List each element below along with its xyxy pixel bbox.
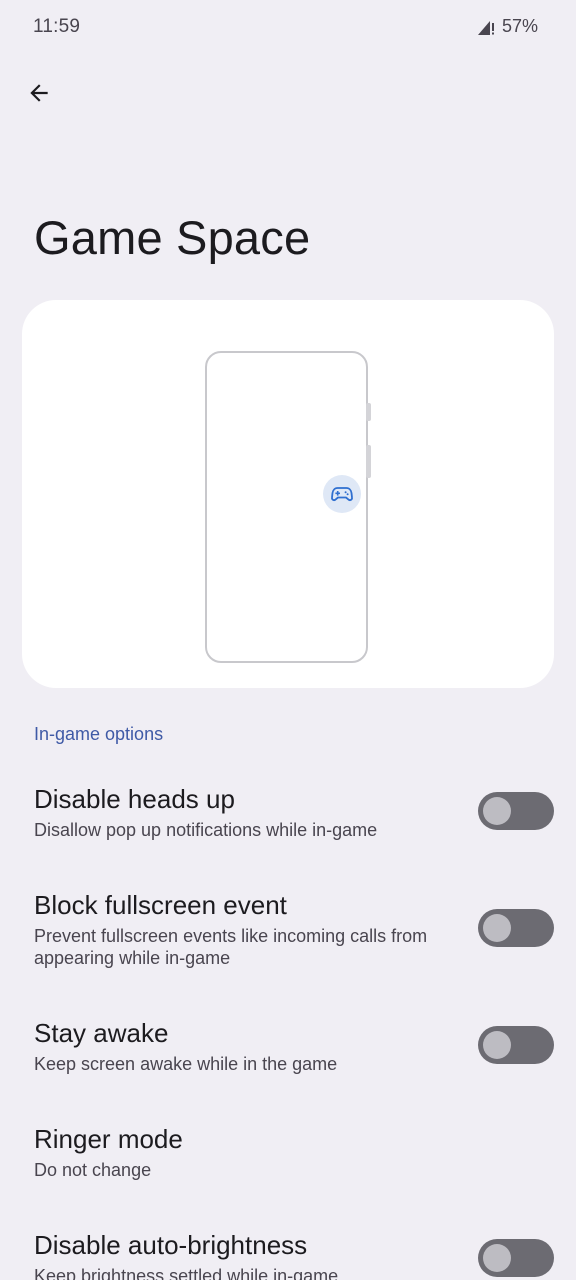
disable-auto-brightness-switch[interactable] — [478, 1239, 554, 1277]
setting-ringer-mode[interactable]: Ringer mode Do not change — [0, 1110, 576, 1200]
switch-thumb — [483, 1031, 511, 1059]
game-space-preview-card — [22, 300, 554, 688]
status-time: 11:59 — [33, 16, 81, 37]
setting-summary: Disallow pop up notifications while in-g… — [34, 820, 378, 840]
setting-disable-heads-up[interactable]: Disable heads up Disallow pop up notific… — [0, 770, 576, 860]
setting-summary: Do not change — [34, 1160, 152, 1180]
gamepad-icon — [331, 487, 353, 502]
switch-thumb — [483, 797, 511, 825]
arrow-back-icon — [30, 84, 48, 102]
setting-stay-awake[interactable]: Stay awake Keep screen awake while in th… — [0, 1004, 576, 1094]
status-indicators: 57% — [476, 16, 538, 37]
setting-disable-auto-brightness[interactable]: Disable auto-brightness Keep brightness … — [0, 1216, 576, 1280]
back-button[interactable] — [20, 74, 58, 112]
setting-title: Block fullscreen event — [34, 890, 287, 920]
disable-heads-up-switch[interactable] — [478, 792, 554, 830]
page-title: Game Space — [34, 211, 311, 264]
setting-summary: Prevent fullscreen events like incoming … — [34, 926, 428, 968]
phone-side-button — [366, 445, 371, 478]
setting-summary: Keep screen awake while in the game — [34, 1054, 338, 1074]
signal-alert-icon — [476, 17, 496, 37]
switch-thumb — [483, 914, 511, 942]
status-bar: 11:59 57% — [0, 0, 576, 54]
battery-percent: 57% — [501, 16, 538, 36]
switch-thumb — [483, 1244, 511, 1272]
section-header-in-game-options: In-game options — [34, 724, 164, 744]
setting-title: Disable heads up — [34, 784, 235, 814]
game-space-button[interactable] — [323, 475, 361, 513]
setting-title: Disable auto-brightness — [34, 1230, 308, 1260]
setting-title: Stay awake — [34, 1018, 169, 1048]
setting-block-fullscreen-event[interactable]: Block fullscreen event Prevent fullscree… — [0, 876, 576, 986]
setting-summary: Keep brightness settled while in-game — [34, 1266, 339, 1280]
block-fullscreen-event-switch[interactable] — [478, 909, 554, 947]
setting-title: Ringer mode — [34, 1124, 183, 1154]
stay-awake-switch[interactable] — [478, 1026, 554, 1064]
phone-side-button — [366, 403, 371, 421]
